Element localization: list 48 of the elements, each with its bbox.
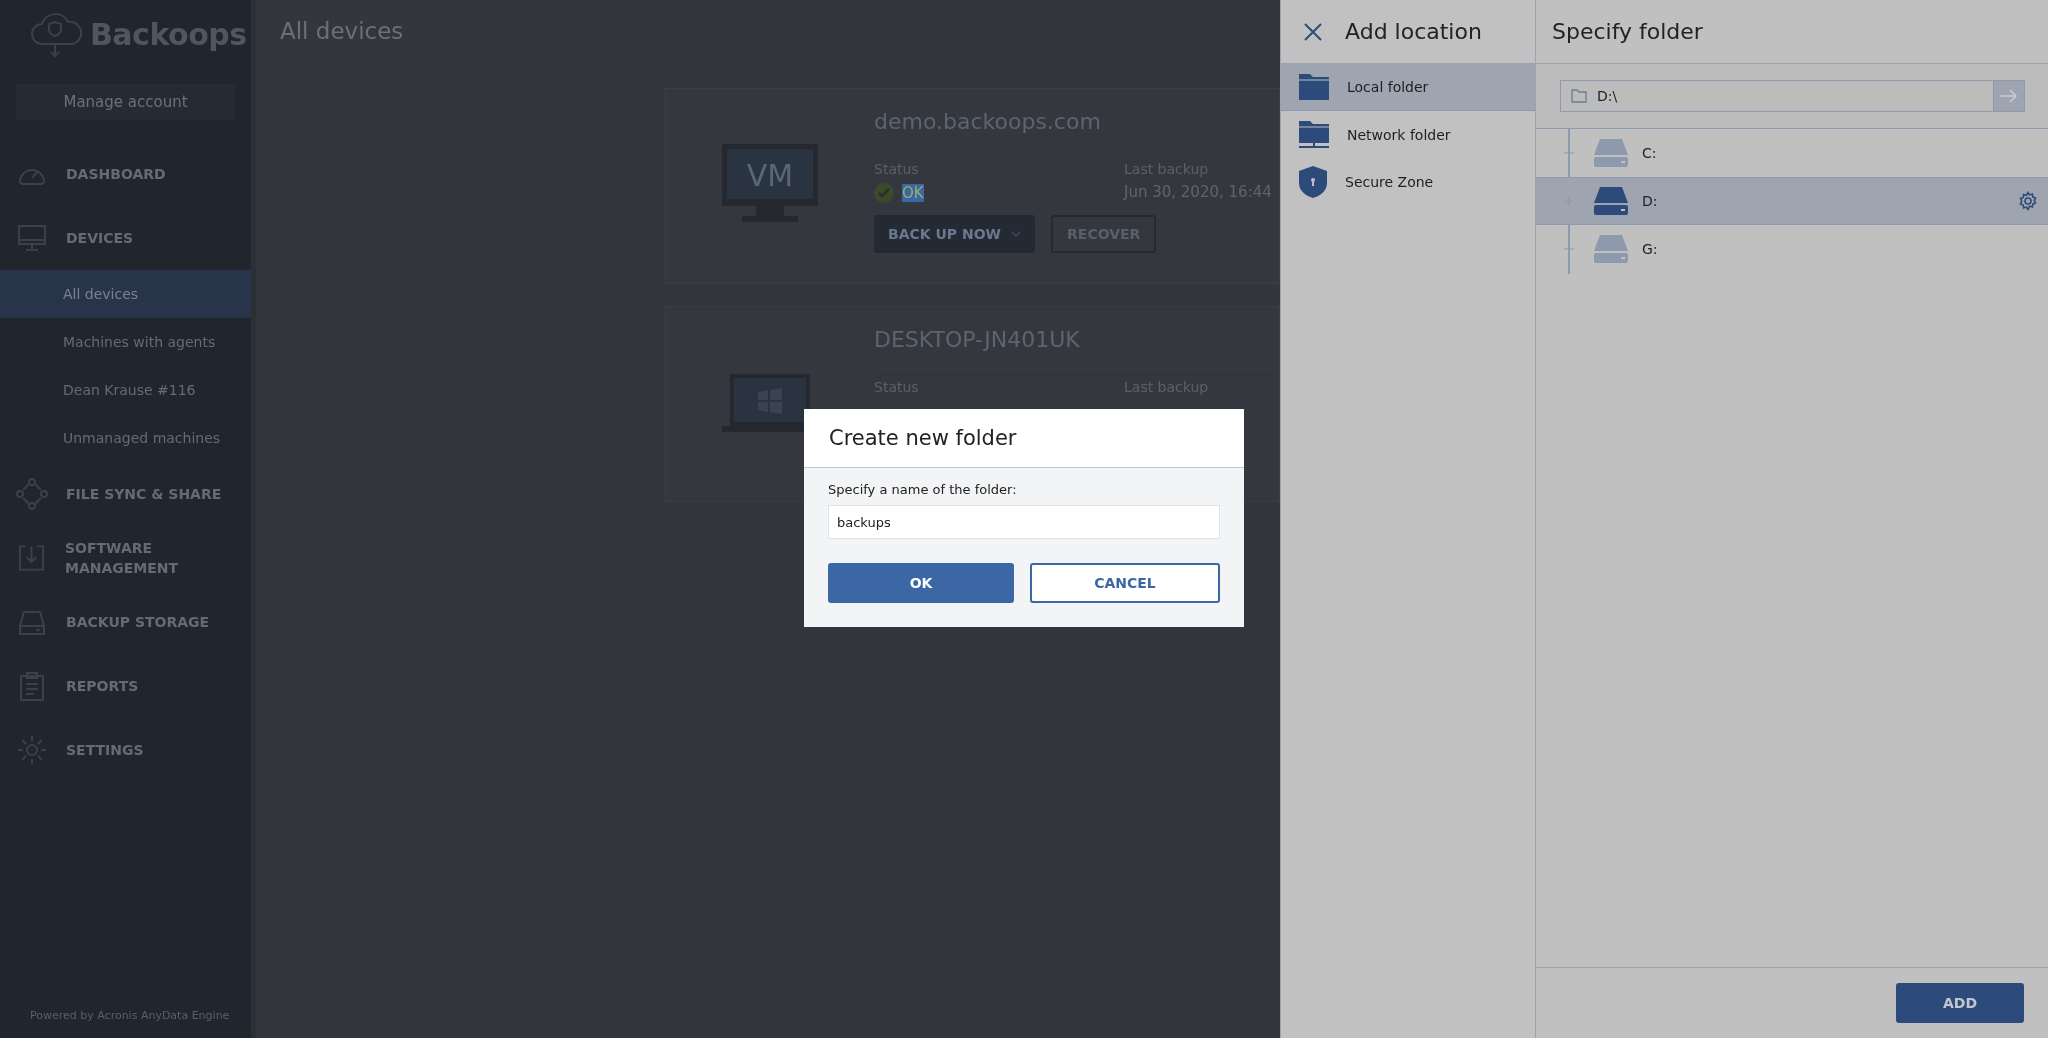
dialog-title: Create new folder	[829, 426, 1017, 450]
nav-subitem[interactable]: All devices	[0, 270, 251, 318]
close-icon[interactable]	[1303, 21, 1323, 42]
drive-row[interactable]: C:	[1536, 129, 2048, 177]
settings-icon[interactable]	[2018, 191, 2038, 211]
drive-icon	[1594, 139, 1628, 167]
panel-title: Specify folder	[1552, 19, 1703, 44]
nav-subitem[interactable]: Unmanaged machines	[0, 414, 251, 462]
check-circle-icon	[874, 183, 894, 203]
nav-item[interactable]: REPORTS	[0, 654, 251, 718]
location-item[interactable]: Secure Zone	[1281, 158, 1535, 205]
ok-button[interactable]: OK	[828, 563, 1014, 603]
location-item[interactable]: Local folder	[1281, 64, 1535, 111]
location-item[interactable]: Network folder	[1281, 111, 1535, 158]
folder-name-field[interactable]: backups	[828, 505, 1220, 539]
arrow-right-icon	[2000, 88, 2018, 104]
field-label: Specify a name of the folder:	[828, 482, 1018, 497]
monitor-icon	[16, 222, 48, 254]
cloud-shield-icon	[28, 10, 84, 58]
back-up-now-button[interactable]: BACK UP NOW	[874, 215, 1036, 253]
nav-item[interactable]: FILE SYNC & SHARE	[0, 462, 251, 526]
shield-icon	[1299, 165, 1327, 198]
add-button[interactable]: ADD	[1896, 983, 2024, 1023]
chevron-down-icon	[1011, 230, 1022, 238]
folder-outline-icon	[1571, 89, 1587, 103]
network-folder-icon	[1299, 120, 1329, 149]
install-icon	[16, 542, 47, 574]
nav-subitem[interactable]: Dean Krause #116	[0, 366, 251, 414]
panel-title: Add location	[1345, 19, 1482, 44]
nav-item[interactable]: SOFTWARE MANAGEMENT	[0, 526, 251, 590]
status-value: OK	[902, 184, 924, 202]
footer-text: Powered by Acronis AnyData Engine	[29, 1009, 231, 1024]
drive-row[interactable]: D:	[1536, 177, 2048, 225]
drive-icon	[1594, 187, 1628, 215]
drive-row[interactable]: G:	[1536, 225, 2048, 273]
go-button[interactable]	[1993, 80, 2025, 112]
nav-item[interactable]: SETTINGS	[0, 718, 251, 782]
page-title: All devices	[280, 18, 405, 44]
nav-item[interactable]: DEVICES	[0, 206, 251, 270]
cancel-button[interactable]: CANCEL	[1030, 563, 1220, 603]
manage-account-button[interactable]: Manage account	[16, 84, 235, 120]
path-field[interactable]: D:\	[1560, 80, 1993, 112]
nav-item[interactable]: BACKUP STORAGE	[0, 590, 251, 654]
sync-icon	[16, 478, 48, 510]
nav-subitem[interactable]: Machines with agents	[0, 318, 251, 366]
nav-item[interactable]: DASHBOARD	[0, 142, 251, 206]
drive-icon	[1594, 235, 1628, 263]
folder-icon	[1299, 74, 1329, 100]
